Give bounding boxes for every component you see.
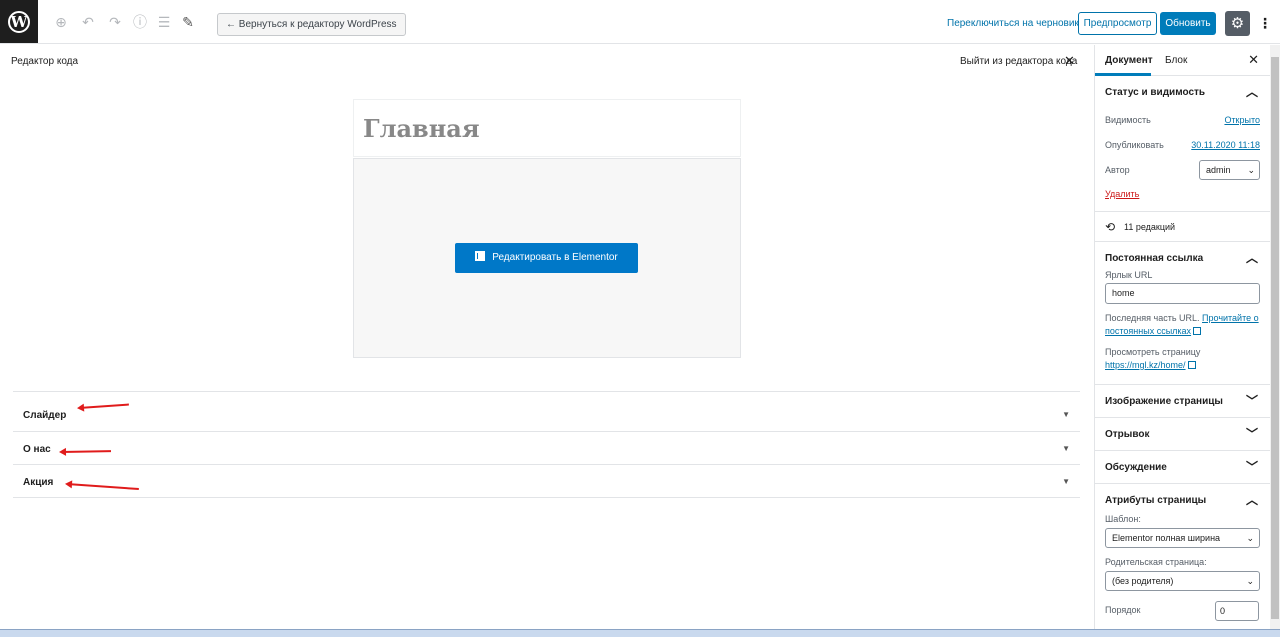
preview-button[interactable]: Предпросмотр [1078,12,1157,35]
more-options-icon[interactable]: ⋮ [1258,13,1272,33]
section-promo[interactable]: Акция ▼ [13,464,1080,498]
update-button[interactable]: Обновить [1160,12,1216,35]
list-view-icon[interactable]: ☰ [156,14,172,30]
panel-title: Изображение страницы [1105,396,1223,407]
wordpress-logo-icon[interactable]: W [0,0,38,43]
parent-label: Родительская страница: [1105,557,1207,567]
elementor-button-label: Редактировать в Elementor [492,252,618,263]
section-label: Слайдер [23,410,67,421]
visibility-label: Видимость [1105,115,1151,125]
info-icon[interactable]: ⓘ [132,14,148,30]
visibility-toggle[interactable]: Открыто [1224,115,1260,125]
move-to-trash-link[interactable]: Удалить [1105,189,1139,199]
chevron-down-icon: ⌄ [1246,533,1254,543]
chevron-down-icon[interactable]: ﹀ [1246,392,1258,409]
panel-title: Атрибуты страницы [1105,495,1207,506]
elementor-placeholder: Редактировать в Elementor [353,158,741,358]
post-title-field[interactable]: Главная [353,99,741,157]
template-select[interactable]: Elementor полная ширина ⌄ [1105,528,1260,548]
author-value: admin [1206,165,1231,175]
external-link-icon [1187,361,1196,369]
panel-header[interactable]: Статус и видимость ︿ [1095,76,1270,108]
caret-down-icon[interactable]: ▼ [1062,444,1070,453]
redo-icon[interactable]: ↷ [107,14,123,30]
section-about[interactable]: О нас ▼ [13,431,1080,464]
sidebar-tabs: Документ Блок ✕ [1095,45,1270,76]
view-page-url-wrap: https://mgl.kz/home/ [1095,359,1270,372]
publish-label: Опубликовать [1105,140,1164,150]
panel-title: Постоянная ссылка [1105,253,1204,264]
view-page-label: Просмотреть страницу [1105,347,1201,357]
history-icon: ⟲ [1105,220,1116,234]
code-editor-label: Редактор кода [11,56,79,67]
panel-status-visibility: Статус и видимость ︿ Видимость Открыто О… [1095,76,1270,212]
permalink-desc-text: Последняя часть URL. [1105,313,1200,323]
os-taskbar [0,629,1280,637]
chevron-down-icon: ⌄ [1246,576,1254,586]
panel-title: Отрывок [1105,429,1150,440]
section-slider[interactable]: Слайдер ▼ [13,391,1080,431]
author-select[interactable]: admin ⌄ [1199,160,1260,180]
close-icon[interactable]: ✕ [1064,53,1075,69]
undo-icon[interactable]: ↶ [80,14,96,30]
revisions-panel[interactable]: ⟲ 11 редакций [1095,212,1270,242]
close-icon[interactable]: ✕ [1248,52,1259,68]
visibility-row: Видимость Открыто [1095,108,1270,133]
chevron-up-icon[interactable]: ︿ [1246,491,1258,508]
sidebar-scrollbar[interactable] [1270,45,1280,637]
order-row: Порядок 0 [1095,601,1270,626]
back-to-wordpress-editor-button[interactable]: ← Вернуться к редактору WordPress [217,13,406,36]
external-link-icon [1193,327,1202,335]
author-row: Автор admin ⌄ [1095,158,1270,183]
panel-featured-image[interactable]: Изображение страницы ﹀ [1095,385,1270,418]
chevron-up-icon[interactable]: ︿ [1246,83,1258,100]
order-label: Порядок [1105,605,1141,615]
author-label: Автор [1105,165,1130,175]
panel-discussion[interactable]: Обсуждение ﹀ [1095,451,1270,484]
tab-document[interactable]: Документ [1105,55,1153,66]
editor-toolbar: W ⊕ ↶ ↷ ⓘ ☰ ✎ ← Вернуться к редактору Wo… [0,0,1280,44]
view-page-link[interactable]: https://mgl.kz/home/ [1105,360,1186,370]
tab-block[interactable]: Блок [1165,55,1187,66]
edit-in-elementor-button[interactable]: Редактировать в Elementor [455,243,638,273]
chevron-down-icon[interactable]: ﹀ [1246,458,1258,475]
add-block-icon[interactable]: ⊕ [53,14,69,30]
panel-permalink: Постоянная ссылка ︿ Ярлык URL home После… [1095,242,1270,385]
chevron-up-icon[interactable]: ︿ [1246,249,1258,266]
exit-code-editor-link[interactable]: Выйти из редактора кода [960,56,1077,67]
publish-date-toggle[interactable]: 30.11.2020 11:18 [1191,140,1260,150]
panel-title: Статус и видимость [1105,87,1206,98]
revisions-count: 11 редакций [1124,222,1176,232]
settings-gear-icon[interactable]: ⚙ [1225,11,1250,36]
permalink-description: Последняя часть URL. Прочитайте о постоя… [1095,312,1270,338]
panel-header[interactable]: Постоянная ссылка ︿ [1095,242,1270,274]
elementor-icon [475,251,486,261]
section-label: О нас [23,444,51,455]
panel-title: Обсуждение [1105,462,1167,473]
chevron-down-icon[interactable]: ﹀ [1246,425,1258,442]
edit-pencil-icon[interactable]: ✎ [180,14,196,30]
caret-down-icon[interactable]: ▼ [1062,410,1070,419]
panel-header[interactable]: Атрибуты страницы ︿ [1095,484,1270,516]
parent-value: (без родителя) [1112,576,1174,586]
panel-excerpt[interactable]: Отрывок ﹀ [1095,418,1270,451]
switch-to-draft-link[interactable]: Переключиться на черновик [947,18,1079,29]
template-value: Elementor полная ширина [1112,533,1221,543]
slug-input[interactable]: home [1105,283,1260,304]
scrollbar-thumb[interactable] [1271,57,1279,619]
chevron-down-icon: ⌄ [1247,165,1255,175]
panel-page-attributes: Атрибуты страницы ︿ Шаблон: Elementor по… [1095,484,1270,626]
order-input[interactable]: 0 [1215,601,1259,621]
post-title: Главная [363,114,480,143]
section-label: Акция [23,477,54,488]
delete-row: Удалить [1095,183,1270,208]
caret-down-icon[interactable]: ▼ [1062,477,1070,486]
parent-select[interactable]: (без родителя) ⌄ [1105,571,1260,591]
publish-row: Опубликовать 30.11.2020 11:18 [1095,133,1270,158]
settings-sidebar: Документ Блок ✕ Статус и видимость ︿ Вид… [1094,45,1270,637]
